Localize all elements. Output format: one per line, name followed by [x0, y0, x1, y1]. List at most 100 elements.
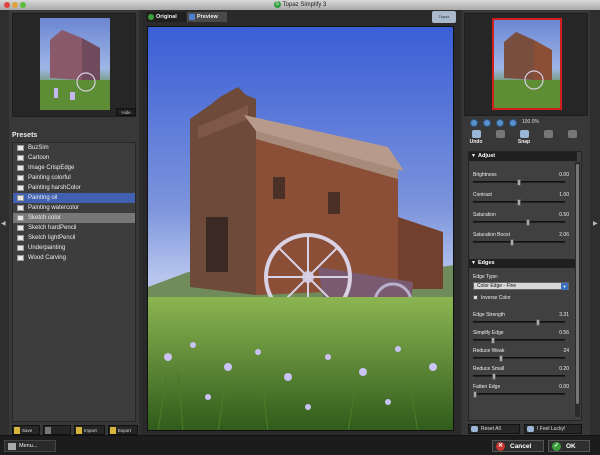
export-preset-button[interactable]: Export [108, 425, 138, 435]
dice-icon [527, 426, 534, 432]
slider-track[interactable] [473, 373, 565, 380]
ok-button[interactable]: ✓ OK [548, 440, 590, 452]
save-label: Save [22, 428, 33, 433]
preset-document-icon [17, 245, 24, 251]
reset-all-button[interactable]: Reset All [468, 424, 520, 434]
close-window-icon[interactable] [4, 2, 10, 8]
preset-label: Underpainting [28, 245, 66, 251]
compare-button[interactable] [538, 130, 558, 148]
collapse-right-arrow-icon[interactable]: ▶ [593, 220, 598, 227]
zoom-window-icon[interactable] [20, 2, 26, 8]
wrench-icon [8, 443, 16, 450]
tab-original[interactable]: Original [146, 12, 186, 22]
history-icon [567, 130, 577, 138]
preset-item[interactable]: Sketch color [13, 213, 135, 223]
snap-button[interactable]: Snap [514, 130, 534, 148]
slider-value: 1.00 [559, 192, 569, 198]
slider-track[interactable] [473, 337, 565, 344]
preset-list: BuzSim Cartoon Image CrispEdge Painting col… [12, 142, 136, 422]
slider-knob[interactable] [473, 391, 477, 398]
slider-knob[interactable] [517, 179, 521, 186]
slider-knob[interactable] [510, 239, 514, 246]
undo-button[interactable]: Undo [466, 130, 486, 148]
zoom-out-icon[interactable] [470, 119, 478, 127]
slider-track[interactable] [473, 199, 565, 206]
preset-label: Wood Carving [28, 255, 66, 261]
slider-track[interactable] [473, 355, 565, 362]
feel-lucky-button[interactable]: I Feel Lucky! [524, 424, 582, 434]
hide-thumbnail-button[interactable]: Hide [116, 108, 136, 116]
slider-knob[interactable] [499, 355, 503, 362]
history-button[interactable] [562, 130, 582, 148]
preview-image[interactable] [147, 26, 454, 431]
preset-item[interactable]: Sketch lightPencil [13, 233, 135, 243]
edge-type-select[interactable]: Color Edge - Fine ▼ [473, 282, 569, 290]
cancel-button[interactable]: ✕ Cancel [492, 440, 544, 452]
slider-knob[interactable] [492, 373, 496, 380]
slider-track[interactable] [473, 319, 565, 326]
snap-label: Snap [517, 139, 531, 145]
edges-section-header[interactable]: ▼ Edges [469, 259, 577, 268]
title-bar: S Topaz Simplify 3 [0, 0, 600, 10]
preset-item[interactable]: Image CrispEdge [13, 163, 135, 173]
bottom-bar: Menu... ✕ Cancel ✓ OK [0, 435, 600, 455]
preset-label: Sketch lightPencil [28, 235, 76, 241]
preset-document-icon [17, 165, 24, 171]
preset-item[interactable]: Painting colorful [13, 173, 135, 183]
preset-item[interactable]: Cartoon [13, 153, 135, 163]
delete-preset-button[interactable] [43, 425, 71, 435]
preset-item[interactable]: Sketch hardPencil [13, 223, 135, 233]
menu-button[interactable]: Menu... [4, 440, 56, 452]
slider-track[interactable] [473, 391, 565, 398]
zoom-in-icon[interactable] [483, 119, 491, 127]
slider-track[interactable] [473, 219, 565, 226]
slider-knob[interactable] [536, 319, 540, 326]
tab-original-label: Original [156, 14, 177, 20]
slider-label: Reduce Weak [473, 348, 505, 354]
preset-item[interactable]: Painting oil [13, 193, 135, 203]
collapse-left-arrow-icon[interactable]: ◀ [1, 220, 6, 227]
slider-track[interactable] [473, 179, 565, 186]
navigator-frame [464, 13, 588, 116]
preset-item[interactable]: Painting harshColor [13, 183, 135, 193]
slider-knob[interactable] [526, 219, 530, 226]
adjust-section-header[interactable]: ▼ Adjust [469, 152, 577, 161]
ok-icon: ✓ [552, 442, 561, 451]
slider-knob[interactable] [517, 199, 521, 206]
snap-icon [519, 130, 529, 138]
zoom-actual-icon[interactable] [509, 119, 517, 127]
preset-item[interactable]: Wood Carving [13, 253, 135, 263]
tab-preview[interactable]: Preview [187, 12, 227, 22]
app-window: S Topaz Simplify 3 ◀ ▶ Hide Presets BuzSi… [0, 0, 600, 455]
preset-label: Painting colorful [28, 175, 71, 181]
slider-label: Contrast [473, 192, 492, 198]
preset-label: Painting harshColor [28, 185, 81, 191]
scrollbar-thumb[interactable] [576, 164, 579, 404]
slider-value: 0.50 [559, 212, 569, 218]
tool-row: Undo Snap [464, 130, 588, 148]
edges-title: Edges [478, 260, 495, 266]
slider-label: Simplify Edge [473, 330, 504, 336]
edge-type-value: Color Edge - Fine [477, 283, 517, 289]
slider-value: 0.00 [559, 384, 569, 390]
preset-label: Cartoon [28, 155, 50, 161]
slider-value: 3.31 [559, 312, 569, 318]
slider-track[interactable] [473, 239, 565, 246]
preset-item[interactable]: Painting watercolor [13, 203, 135, 213]
preset-item[interactable]: BuzSim [13, 143, 135, 153]
zoom-fit-icon[interactable] [496, 119, 504, 127]
export-icon [110, 427, 116, 434]
preset-item[interactable]: Underpainting [13, 243, 135, 253]
preset-document-icon [17, 185, 24, 191]
minimize-window-icon[interactable] [12, 2, 18, 8]
inverse-color-checkbox[interactable] [473, 295, 478, 300]
save-preset-button[interactable]: Save [12, 425, 40, 435]
preset-document-icon [17, 195, 24, 201]
slider-knob[interactable] [491, 337, 495, 344]
redo-button[interactable] [490, 130, 510, 148]
compare-icon [543, 130, 553, 138]
preset-document-icon [17, 225, 24, 231]
navigator-image[interactable] [492, 18, 562, 110]
import-preset-button[interactable]: Import [74, 425, 105, 435]
adjustments-scrollbar[interactable] [575, 162, 580, 417]
